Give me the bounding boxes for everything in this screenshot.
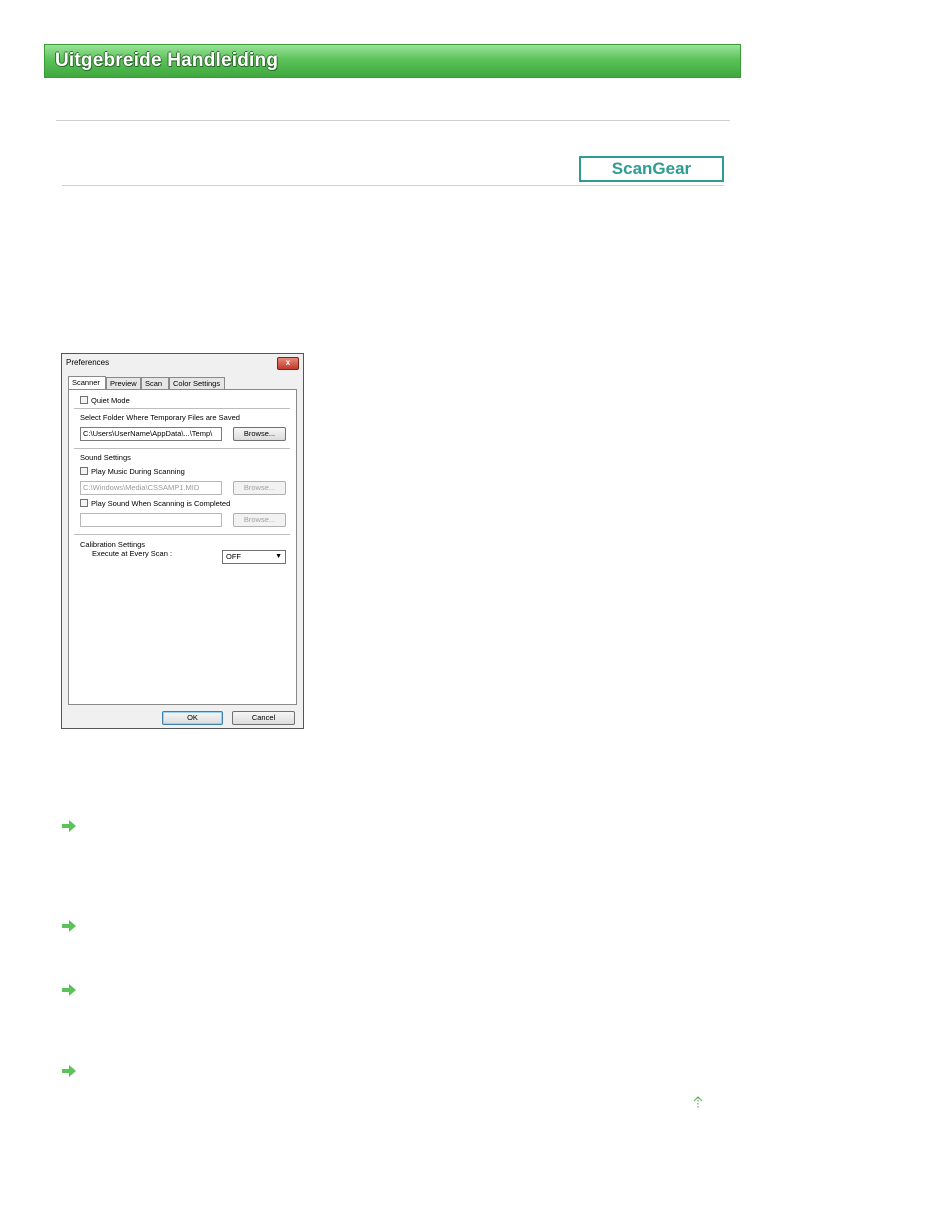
music-path-field[interactable]: C:\Windows\Media\CSSAMP1.MID bbox=[80, 481, 222, 495]
chevron-down-icon: ▼ bbox=[275, 553, 282, 560]
ok-button[interactable]: OK bbox=[162, 711, 223, 725]
temp-folder-label: Select Folder Where Temporary Files are … bbox=[80, 413, 240, 422]
right-arrow-icon[interactable] bbox=[62, 920, 76, 932]
right-arrow-icon[interactable] bbox=[62, 984, 76, 996]
sound-path-field[interactable] bbox=[80, 513, 222, 527]
execute-every-scan-select[interactable]: OFF ▼ bbox=[222, 550, 286, 564]
cancel-button[interactable]: Cancel bbox=[232, 711, 295, 725]
page-title: Uitgebreide Handleiding bbox=[55, 50, 279, 71]
right-arrow-icon[interactable] bbox=[62, 820, 76, 832]
right-arrow-icon[interactable] bbox=[62, 1065, 76, 1077]
tab-scanner[interactable]: Scanner bbox=[68, 376, 106, 390]
close-icon[interactable]: x bbox=[277, 357, 299, 370]
dialog-title: Preferences bbox=[66, 358, 110, 367]
music-browse-button[interactable]: Browse... bbox=[233, 481, 286, 495]
play-sound-checkbox[interactable] bbox=[80, 499, 88, 507]
play-music-checkbox[interactable] bbox=[80, 467, 88, 475]
top-divider bbox=[56, 120, 730, 121]
separator bbox=[74, 534, 290, 536]
quiet-mode-label: Quiet Mode bbox=[91, 396, 130, 405]
tab-color-settings[interactable]: Color Settings bbox=[169, 377, 225, 389]
calibration-settings-label: Calibration Settings bbox=[80, 540, 146, 549]
separator bbox=[74, 408, 290, 410]
preferences-dialog: Preferences x Scanner Preview Scan Color… bbox=[61, 353, 304, 729]
sound-settings-label: Sound Settings bbox=[80, 453, 131, 462]
tab-preview[interactable]: Preview bbox=[106, 377, 141, 389]
temp-folder-browse-button[interactable]: Browse... bbox=[233, 427, 286, 441]
tab-scan[interactable]: Scan bbox=[141, 377, 169, 389]
play-sound-label: Play Sound When Scanning is Completed bbox=[91, 499, 231, 508]
sound-browse-button[interactable]: Browse... bbox=[233, 513, 286, 527]
quiet-mode-checkbox[interactable] bbox=[80, 396, 88, 404]
section-divider bbox=[62, 185, 724, 186]
temp-folder-field[interactable]: C:\Users\UserName\AppData\...\Temp\ bbox=[80, 427, 222, 441]
up-arrow-icon[interactable] bbox=[693, 1096, 703, 1110]
scanner-panel: Quiet Mode Select Folder Where Temporary… bbox=[68, 389, 297, 705]
header-banner: Uitgebreide Handleiding bbox=[44, 44, 741, 78]
play-music-label: Play Music During Scanning bbox=[91, 467, 185, 476]
scangear-badge: ScanGear bbox=[579, 156, 724, 182]
execute-every-scan-value: OFF bbox=[226, 552, 241, 561]
separator bbox=[74, 448, 290, 450]
execute-every-scan-label: Execute at Every Scan : bbox=[92, 549, 173, 558]
